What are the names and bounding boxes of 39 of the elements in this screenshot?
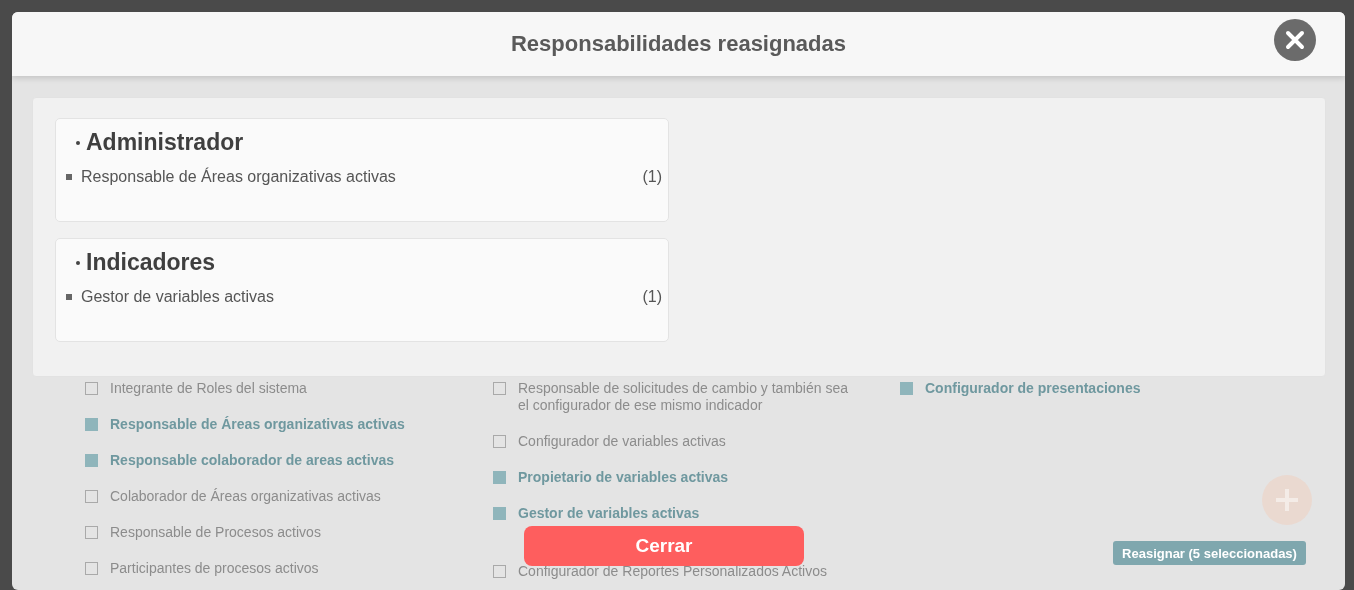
checkbox-label: Colaborador de Áreas organizativas activas [110, 488, 381, 505]
checkbox-label: Gestor de variables activas [518, 505, 700, 522]
checkbox-label: Responsable de Procesos activos [110, 524, 321, 541]
square-bullet-icon [66, 174, 72, 180]
checkbox-label: Responsable de Áreas organizativas activas [110, 416, 405, 433]
checkbox[interactable] [493, 507, 506, 520]
responsibility-label: Gestor de variables activas [81, 288, 274, 306]
checkbox[interactable] [85, 418, 98, 431]
checkbox[interactable] [85, 490, 98, 503]
group-title: Indicadores [86, 249, 216, 276]
checkbox[interactable] [85, 382, 98, 395]
checkbox-label: Configurador de presentaciones [925, 380, 1141, 397]
bullet-icon [76, 260, 80, 265]
checkbox[interactable] [493, 435, 506, 448]
checkbox[interactable] [493, 565, 506, 578]
checkbox-label: Configurador de variables activas [518, 433, 726, 450]
checkbox-label: Integrante de Roles del sistema [110, 380, 307, 397]
close-icon [1285, 30, 1305, 50]
square-bullet-icon [66, 294, 72, 300]
bullet-icon [76, 140, 80, 145]
checkbox[interactable] [493, 471, 506, 484]
checkbox[interactable] [85, 562, 98, 575]
responsibility-count: (1) [642, 168, 662, 186]
checkbox[interactable] [900, 382, 913, 395]
checkbox[interactable] [493, 382, 506, 395]
checkbox-label: Propietario de variables activas [518, 469, 729, 486]
checkbox-label: Responsable de solicitudes de cambio y también sea el configurador de ese mismo indicador [518, 380, 849, 414]
responsibility-label: Responsable de Áreas organizativas activas [81, 168, 396, 186]
close-button[interactable] [1274, 19, 1316, 61]
checkbox-label: Responsable colaborador de areas activas [110, 452, 394, 469]
group-title: Administrador [86, 129, 244, 156]
responsibility-count: (1) [642, 288, 662, 306]
checkbox[interactable] [85, 526, 98, 539]
checkbox-label: Configurador de Reportes Personalizados Activos [518, 563, 827, 580]
checkbox-label: Participantes de procesos activos [110, 560, 319, 577]
dialog-title: Responsabilidades reasignadas [511, 31, 846, 57]
reassign-button[interactable]: Reasignar (5 seleccionadas) [1113, 541, 1306, 565]
checkbox[interactable] [85, 454, 98, 467]
close-dialog-button[interactable]: Cerrar [524, 526, 804, 566]
